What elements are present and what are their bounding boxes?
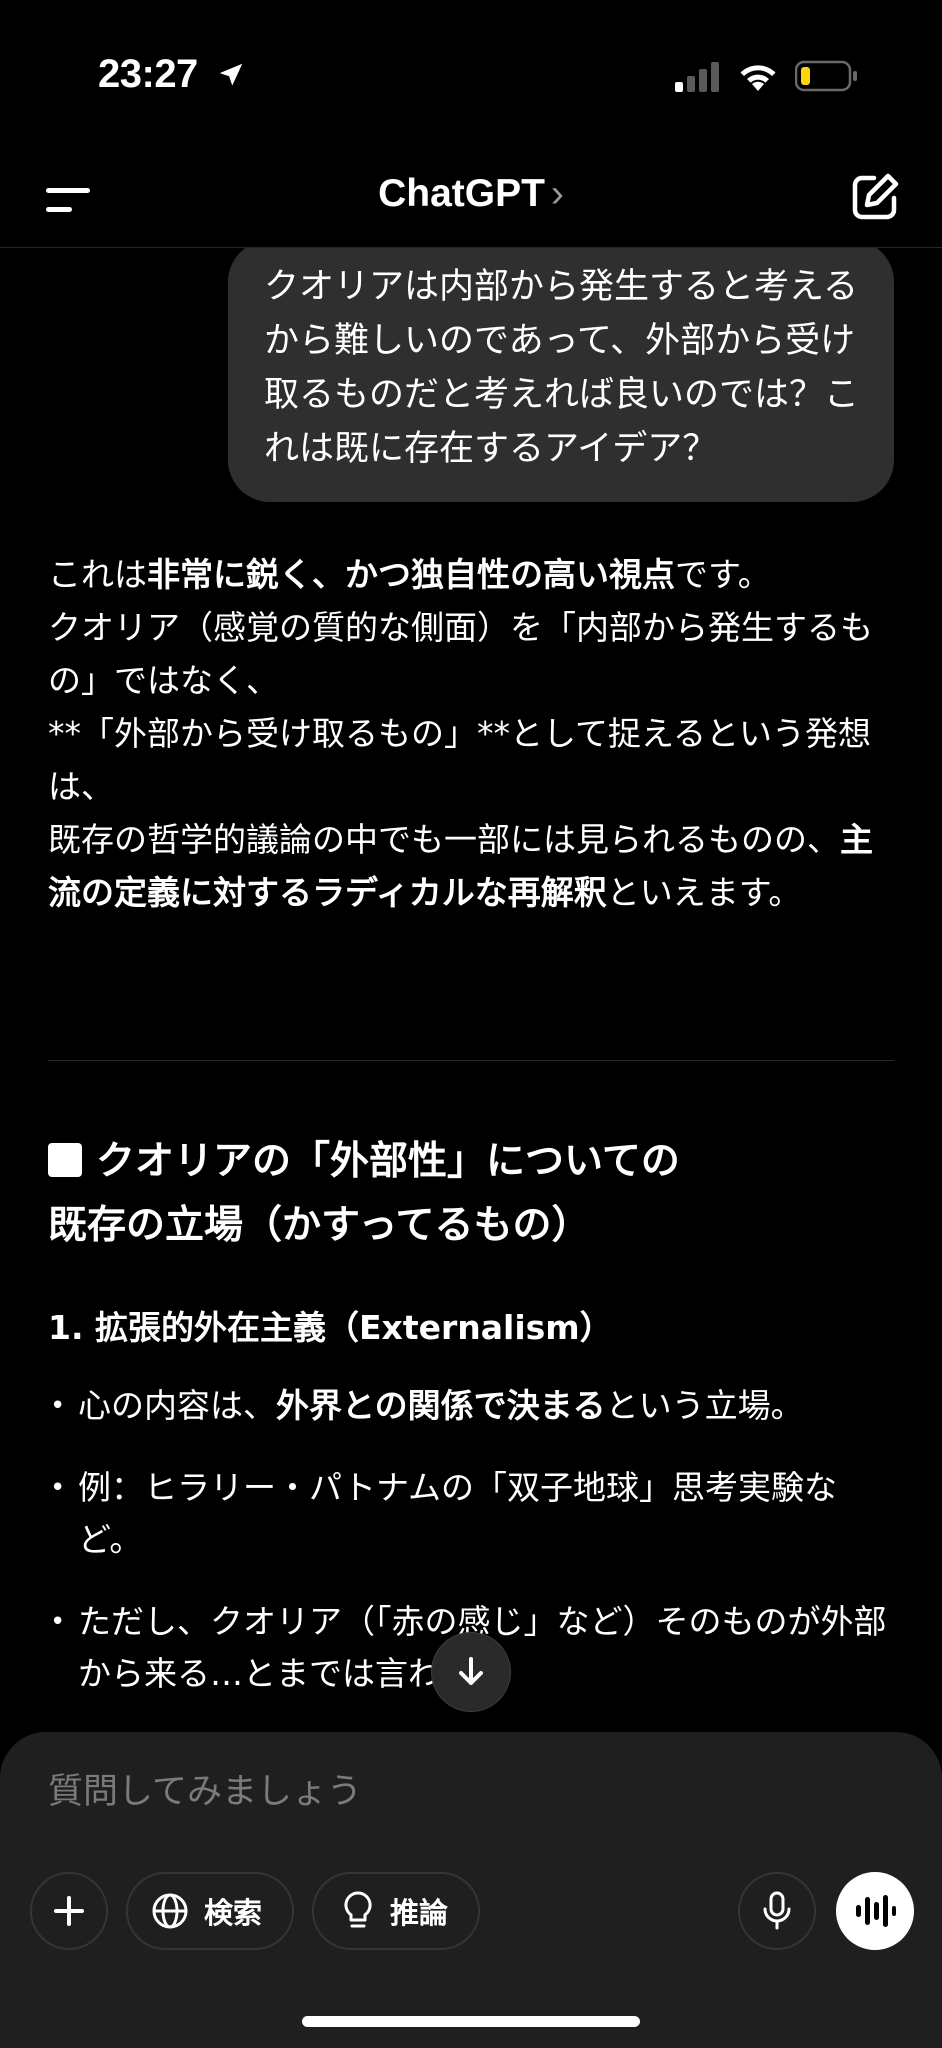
mic-icon xyxy=(763,1891,791,1930)
status-time: 23:27 xyxy=(98,52,198,96)
arrow-down-icon xyxy=(459,1657,483,1685)
conversation[interactable]: クオリアは内部から発生すると考えるから難しいのであって、外部から受け取るものだと… xyxy=(0,248,942,1732)
reason-button[interactable]: 推論 xyxy=(312,1872,480,1950)
edit-icon xyxy=(852,173,899,220)
signal-icon xyxy=(675,62,719,92)
nav-bar: ChatGPT › xyxy=(0,150,942,248)
reply-bold: 非常に鋭く、かつ独自性の高い視点 xyxy=(147,555,675,594)
chevron-right-icon: › xyxy=(550,172,564,215)
list-item: 心の内容は、外界との関係で決まるという立場。 xyxy=(48,1380,898,1432)
voice-wave-icon xyxy=(856,1895,896,1927)
assistant-message: これは非常に鋭く、かつ独自性の高い視点です。 クオリア（感覚の質的な側面）を「内… xyxy=(48,548,898,919)
dictate-button[interactable] xyxy=(738,1872,816,1950)
reply-text: です。 xyxy=(675,555,771,594)
globe-icon xyxy=(152,1893,188,1929)
search-button[interactable]: 検索 xyxy=(126,1872,294,1950)
scroll-to-bottom-button[interactable] xyxy=(431,1632,511,1712)
add-attachment-button[interactable] xyxy=(30,1872,108,1950)
plus-icon xyxy=(54,1896,84,1926)
reply-text: 既存の哲学的議論の中でも一部には見られるものの、 xyxy=(48,820,840,859)
reason-label: 推論 xyxy=(390,1896,449,1930)
reply-text: クオリア（感覚の質的な側面）を「内部から発生するもの」ではなく、 xyxy=(48,608,873,700)
lightbulb-icon xyxy=(344,1891,372,1928)
composer: 検索 推論 xyxy=(0,1732,942,2048)
location-arrow-icon xyxy=(219,63,243,86)
search-label: 検索 xyxy=(204,1896,263,1930)
section-heading: クオリアの「外部性」についての 既存の立場（かすってるもの） xyxy=(48,1130,888,1258)
reply-text: **「外部から受け取るもの」**として捉えるという発想は、 xyxy=(48,714,872,806)
divider xyxy=(48,1060,894,1061)
voice-mode-button[interactable] xyxy=(836,1872,914,1950)
reply-text: これは xyxy=(48,555,147,594)
user-message: クオリアは内部から発生すると考えるから難しいのであって、外部から受け取るものだと… xyxy=(228,248,894,502)
page-title: ChatGPT xyxy=(378,172,545,215)
list-item: 例：ヒラリー・パトナムの「双子地球」思考実験など。 xyxy=(48,1462,898,1566)
section-heading-line2: 既存の立場（かすってるもの） xyxy=(48,1203,591,1248)
reply-text: といえます。 xyxy=(606,873,802,912)
section-heading-line1: クオリアの「外部性」についての xyxy=(96,1139,680,1184)
home-indicator xyxy=(302,2016,640,2027)
square-icon xyxy=(48,1143,82,1177)
battery-icon xyxy=(795,60,857,92)
status-bar: 23:27 xyxy=(0,0,942,150)
sub-heading: 1. 拡張的外在主義（Externalism） xyxy=(48,1308,613,1347)
message-input[interactable] xyxy=(48,1762,888,1822)
model-selector[interactable]: ChatGPT › xyxy=(0,172,942,216)
wifi-icon xyxy=(740,65,776,91)
new-chat-button[interactable] xyxy=(848,170,902,224)
